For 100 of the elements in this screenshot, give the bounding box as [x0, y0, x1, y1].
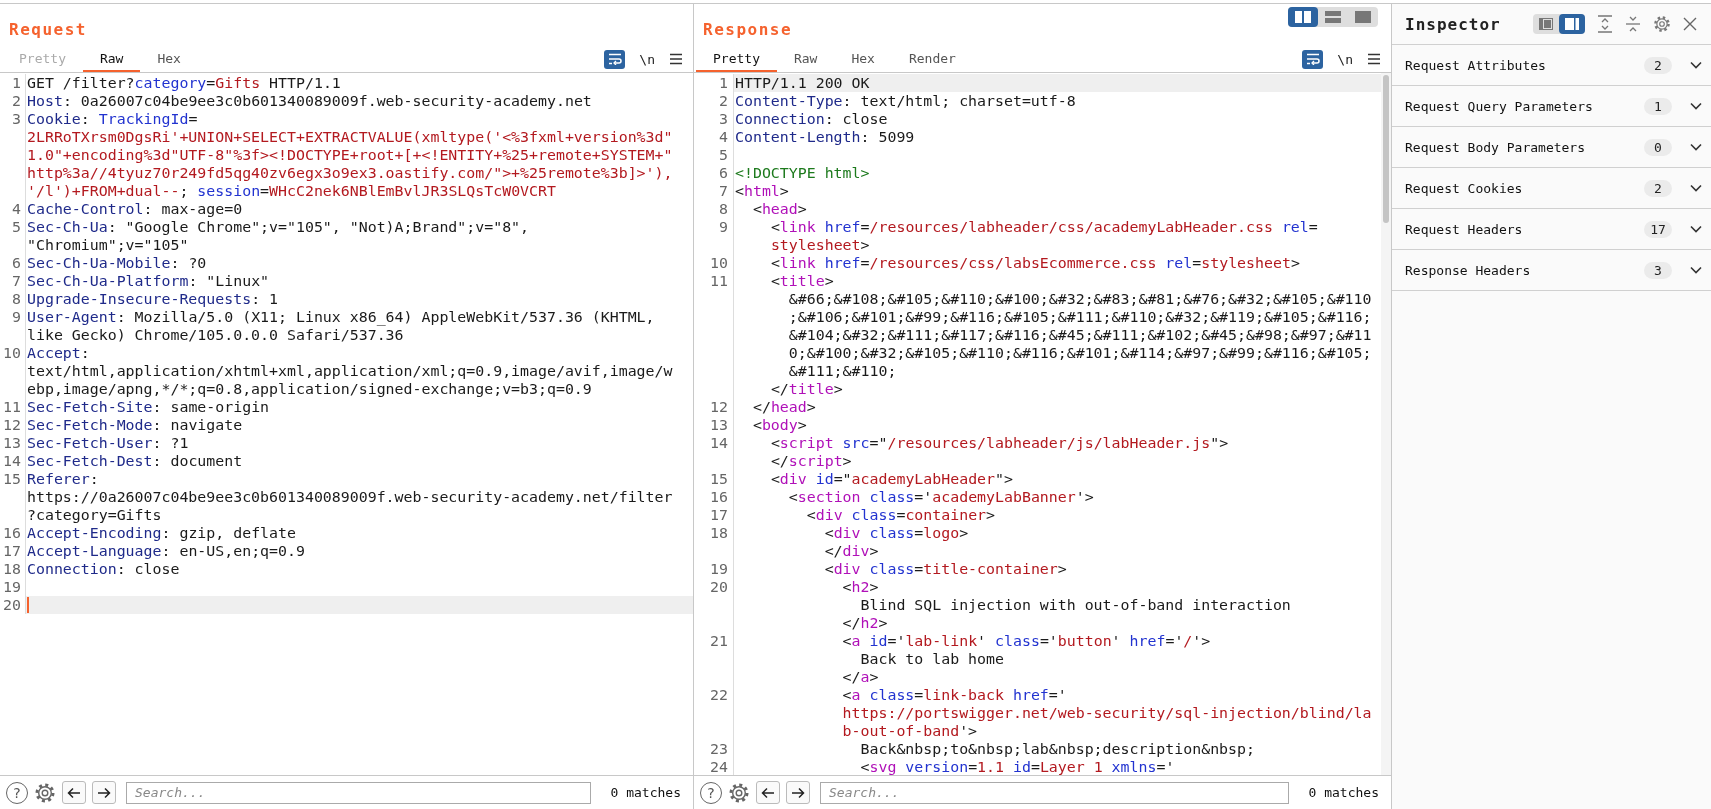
- match-count: 0 matches: [1308, 785, 1379, 800]
- back-button[interactable]: [756, 781, 780, 804]
- line-number: 1: [719, 74, 728, 92]
- left-panel-icon: [1538, 18, 1553, 30]
- code-line: &#66;&#108;&#105;&#110;&#100;&#32;&#83;&#81;&#76;&#32;&#105;&#110: [787, 290, 1372, 308]
- line-number: 15: [710, 470, 728, 488]
- forward-button[interactable]: [92, 781, 116, 804]
- scrollbar[interactable]: [1381, 73, 1391, 775]
- newline-toggle[interactable]: \n: [1337, 51, 1353, 67]
- code-line: "Chromium";v="105": [27, 236, 189, 254]
- right-panel-icon: [1564, 18, 1579, 30]
- right-arrow-icon: [791, 786, 805, 799]
- code-line: Upgrade-Insecure-Requests: 1: [27, 290, 279, 308]
- line-number: 3: [719, 110, 728, 128]
- inspector-section[interactable]: Request Attributes 2: [1392, 45, 1711, 86]
- section-label: Request Attributes: [1405, 57, 1547, 73]
- match-count: 0 matches: [610, 785, 681, 800]
- code-line: Cache-Control: max-age=0: [27, 200, 243, 218]
- wrap-toggle[interactable]: [1302, 49, 1324, 69]
- rows-icon: [1325, 11, 1341, 23]
- inspector-section[interactable]: Request Cookies 2: [1392, 168, 1711, 209]
- code-line: </head>: [751, 398, 816, 416]
- line-number: 9: [719, 218, 728, 236]
- chevron-icon[interactable]: [1690, 143, 1702, 151]
- menu-icon[interactable]: [1367, 53, 1381, 65]
- code-line: Sec-Ch-Ua-Mobile: ?0: [27, 254, 207, 272]
- code-line: </h2>: [841, 614, 888, 632]
- left-arrow-icon: [67, 786, 81, 799]
- code-line: <script src="/resources/labheader/js/labHeader.js">: [769, 434, 1229, 452]
- line-number: 10: [3, 344, 21, 362]
- line-number: 8: [12, 290, 21, 308]
- back-button[interactable]: [62, 781, 86, 804]
- code-line: </div>: [823, 542, 879, 560]
- code-line: http%3a//4tyuz70r249fd5qg40zv6egx3o9ex3.oastify.com/">+%25remote%3b]>'),: [27, 164, 673, 182]
- code-line: Accept:: [27, 344, 90, 362]
- inspector-section[interactable]: Request Headers 17: [1392, 209, 1711, 250]
- editor-tab[interactable]: Hex: [140, 46, 198, 72]
- code-line: Back&nbsp;to&nbsp;lab&nbsp;description&nbsp;: [859, 740, 1255, 758]
- code-line: <div class=container>: [805, 506, 996, 524]
- chevron-icon[interactable]: [1690, 184, 1702, 192]
- code-line: <link href=/resources/labheader/css/academyLabHeader.css rel=: [769, 218, 1318, 236]
- chevron-icon[interactable]: [1690, 266, 1702, 274]
- editor-tab[interactable]: Raw: [776, 46, 835, 72]
- chevron-icon[interactable]: [1690, 61, 1702, 69]
- editor-tab[interactable]: Pretty: [696, 46, 777, 72]
- line-number: 10: [710, 254, 728, 272]
- line-number: 16: [3, 524, 21, 542]
- settings-icon[interactable]: [1652, 15, 1671, 33]
- wrap-toggle[interactable]: [604, 49, 626, 69]
- code-line: <div id="academyLabHeader">: [769, 470, 1013, 488]
- left-arrow-icon: [761, 786, 775, 799]
- line-number: 19: [710, 560, 728, 578]
- expand-all-icon[interactable]: [1596, 15, 1613, 33]
- code-line: text/html,application/xhtml+xml,application/xml;q=0.9,image/avif,image/w: [27, 362, 673, 380]
- code-line: <svg version=1.1 id=Layer_1 xmlns=': [859, 758, 1175, 775]
- count-badge: 17: [1644, 220, 1672, 238]
- search-field[interactable]: Search...: [820, 781, 1289, 804]
- inspector-section[interactable]: Response Headers 3: [1392, 250, 1711, 291]
- line-number: 23: [710, 740, 728, 758]
- line-number: 6: [12, 254, 21, 272]
- line-number: 14: [3, 452, 21, 470]
- count-badge: 2: [1644, 179, 1672, 197]
- newline-toggle[interactable]: \n: [639, 51, 655, 67]
- search-field[interactable]: Search...: [126, 781, 591, 804]
- forward-button[interactable]: [786, 781, 810, 804]
- code-line: ;&#106;&#101;&#99;&#116;&#105;&#111;&#110;&#32;&#119;&#105;&#116;: [787, 308, 1372, 326]
- count-badge: 3: [1644, 261, 1672, 279]
- code-line: Sec-Fetch-User: ?1: [27, 434, 189, 452]
- inspector-section[interactable]: Request Query Parameters 1: [1392, 86, 1711, 127]
- code-line: <div class=logo>: [823, 524, 969, 542]
- code-line: Referer:: [27, 470, 99, 488]
- close-icon[interactable]: [1682, 17, 1697, 31]
- code-line: ?category=Gifts: [27, 506, 162, 524]
- code-line: <div class=title-container>: [823, 560, 1067, 578]
- code-line: 0;&#100;&#32;&#105;&#110;&#116;&#101;&#114;&#97;&#99;&#116;&#105;: [787, 344, 1372, 362]
- settings-icon[interactable]: [728, 781, 750, 804]
- code-line: </script>: [769, 452, 852, 470]
- chevron-icon[interactable]: [1690, 102, 1702, 110]
- columns-icon: [1295, 11, 1311, 23]
- layout-button[interactable]: [1558, 14, 1585, 34]
- editor-tab[interactable]: Render: [891, 46, 973, 72]
- code-line: GET /filter?category=Gifts HTTP/1.1: [27, 74, 341, 92]
- line-number: 5: [719, 146, 728, 164]
- layout-button[interactable]: [1288, 7, 1318, 27]
- code-line: Sec-Fetch-Site: same-origin: [27, 398, 270, 416]
- editor-tab[interactable]: Raw: [82, 46, 141, 72]
- line-number: 21: [710, 632, 728, 650]
- section-label: Request Headers: [1405, 221, 1524, 237]
- collapse-all-icon[interactable]: [1624, 15, 1641, 33]
- line-number: 16: [710, 488, 728, 506]
- code-line: Accept-Encoding: gzip, deflate: [27, 524, 296, 542]
- line-number: 6: [719, 164, 728, 182]
- editor-tab[interactable]: Hex: [834, 46, 892, 72]
- menu-icon[interactable]: [669, 53, 683, 65]
- code-line: Back to lab home: [859, 650, 1004, 668]
- count-badge: 0: [1644, 138, 1672, 156]
- inspector-section[interactable]: Request Body Parameters 0: [1392, 127, 1711, 168]
- code-line: <h2>: [841, 578, 879, 596]
- chevron-icon[interactable]: [1690, 225, 1702, 233]
- settings-icon[interactable]: [34, 781, 56, 804]
